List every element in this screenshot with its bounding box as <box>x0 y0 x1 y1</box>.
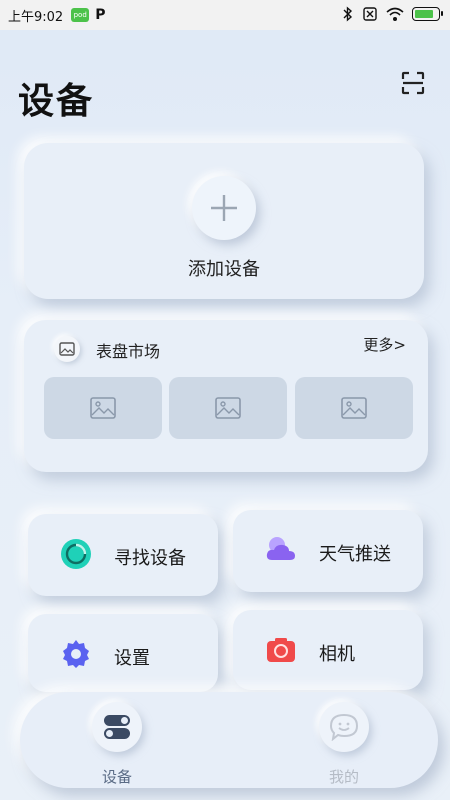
watchface-market-card: 表盘市场 更多> <box>24 320 428 472</box>
camera-label: 相机 <box>319 644 355 665</box>
watchface-thumbnail-2[interactable] <box>169 377 287 439</box>
image-icon <box>90 397 116 419</box>
watchface-thumbnail-3[interactable] <box>295 377 413 439</box>
gear-icon <box>63 640 89 668</box>
weather-cloud-icon <box>266 537 295 560</box>
more-link[interactable]: 更多> <box>363 334 406 355</box>
nav-devices-button[interactable] <box>92 702 142 752</box>
device-toggle-icon <box>104 715 130 739</box>
wifi-icon <box>386 7 404 21</box>
add-device-label: 添加设备 <box>188 259 260 280</box>
market-title: 表盘市场 <box>96 342 161 361</box>
settings-tile[interactable]: 设置 <box>28 614 218 692</box>
status-time: 上午9:02 <box>8 9 64 25</box>
parking-app-icon: P <box>95 7 106 23</box>
image-icon <box>341 397 367 419</box>
bluetooth-icon <box>343 6 353 22</box>
find-device-tile[interactable]: 寻找设备 <box>28 514 218 596</box>
nav-mine-label: 我的 <box>328 768 359 786</box>
status-icons <box>342 6 443 22</box>
add-device-button[interactable] <box>192 176 256 240</box>
add-device-card[interactable]: 添加设备 <box>24 143 424 299</box>
nav-mine-button[interactable] <box>319 702 369 752</box>
nav-item-devices[interactable]: 设备 <box>82 702 152 787</box>
chat-bubble-icon <box>329 713 359 741</box>
app-notification-icon: pod <box>71 8 90 22</box>
settings-label: 设置 <box>114 648 150 669</box>
nav-devices-label: 设备 <box>101 768 132 786</box>
page-title: 设备 <box>18 81 95 122</box>
bottom-nav: 设备 我的 <box>20 692 438 788</box>
image-icon <box>215 397 241 419</box>
find-device-icon <box>61 539 91 569</box>
market-image-icon <box>54 336 80 362</box>
scan-icon[interactable] <box>400 70 426 96</box>
nav-item-mine[interactable]: 我的 <box>309 702 379 787</box>
weather-push-tile[interactable]: 天气推送 <box>233 510 423 592</box>
watchface-thumbnail-1[interactable] <box>44 377 162 439</box>
weather-push-label: 天气推送 <box>319 544 391 565</box>
battery-icon <box>412 7 443 21</box>
plus-icon <box>211 195 237 221</box>
no-sim-icon <box>363 7 377 21</box>
camera-icon <box>267 638 295 662</box>
status-bar: 上午9:02 pod P <box>0 0 450 30</box>
camera-tile[interactable]: 相机 <box>233 610 423 690</box>
find-device-label: 寻找设备 <box>114 548 186 569</box>
